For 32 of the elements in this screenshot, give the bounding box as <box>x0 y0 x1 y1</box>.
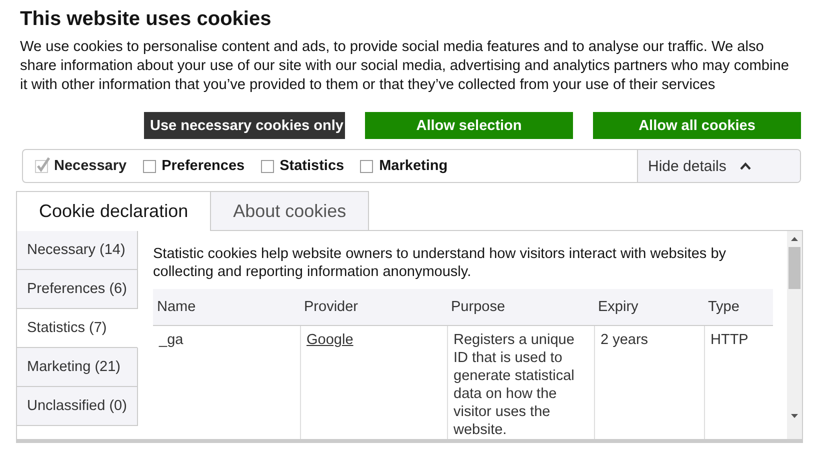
category-description: Statistic cookies help website owners to understand how visitors interact with websites by collecting and reporting information anonymously. <box>153 245 728 281</box>
column-header: Purpose <box>447 289 594 326</box>
column-header: Expiry <box>594 289 704 326</box>
hide-details-button[interactable]: Hide details <box>637 150 800 182</box>
column-header: Type <box>704 289 773 326</box>
checkbox-label: Necessary <box>54 158 127 174</box>
column-header: Provider <box>300 289 447 326</box>
chevron-up-icon <box>740 162 752 170</box>
category-tab[interactable]: Unclassified (0) <box>17 387 138 426</box>
consent-button[interactable]: Use necessary cookies only <box>144 112 345 139</box>
provider-link[interactable]: Google <box>306 332 354 348</box>
scrollbar[interactable] <box>787 231 802 439</box>
checkbox[interactable] <box>360 160 374 172</box>
dialog-title: This website uses cookies <box>20 8 272 31</box>
tab[interactable]: Cookie declaration <box>16 191 212 231</box>
table-cell: HTTP <box>704 326 773 439</box>
table-cell: _ga <box>153 326 300 439</box>
table-cell: Registers a unique ID that is used to generate statistical data on how the visitor uses the website. <box>447 326 594 439</box>
consent-button[interactable]: Allow all cookies <box>593 112 801 139</box>
cookie-description: We use cookies to personalise content and ads, to provide social media features and to analyse our traffic. We also share information about your use of our site with our social media, advertising and analytics partners who may combine it with other information that you’ve provided to them or that they’ve collected from your use of their services <box>20 38 790 95</box>
checkbox-label: Marketing <box>379 158 448 174</box>
category-tab[interactable]: Necessary (14) <box>17 231 138 270</box>
category-tab[interactable]: Preferences (6) <box>17 270 138 309</box>
checkbox[interactable] <box>142 160 156 172</box>
category-tab[interactable]: Marketing (21) <box>17 348 138 387</box>
column-header: Name <box>153 289 300 326</box>
tab[interactable]: About cookies <box>210 191 370 230</box>
table-cell: 2 years <box>594 326 704 439</box>
checkbox[interactable] <box>260 160 274 172</box>
consent-button[interactable]: Allow selection <box>365 112 573 139</box>
checkbox-label: Preferences <box>162 158 245 174</box>
checkbox-label: Statistics <box>280 158 344 174</box>
